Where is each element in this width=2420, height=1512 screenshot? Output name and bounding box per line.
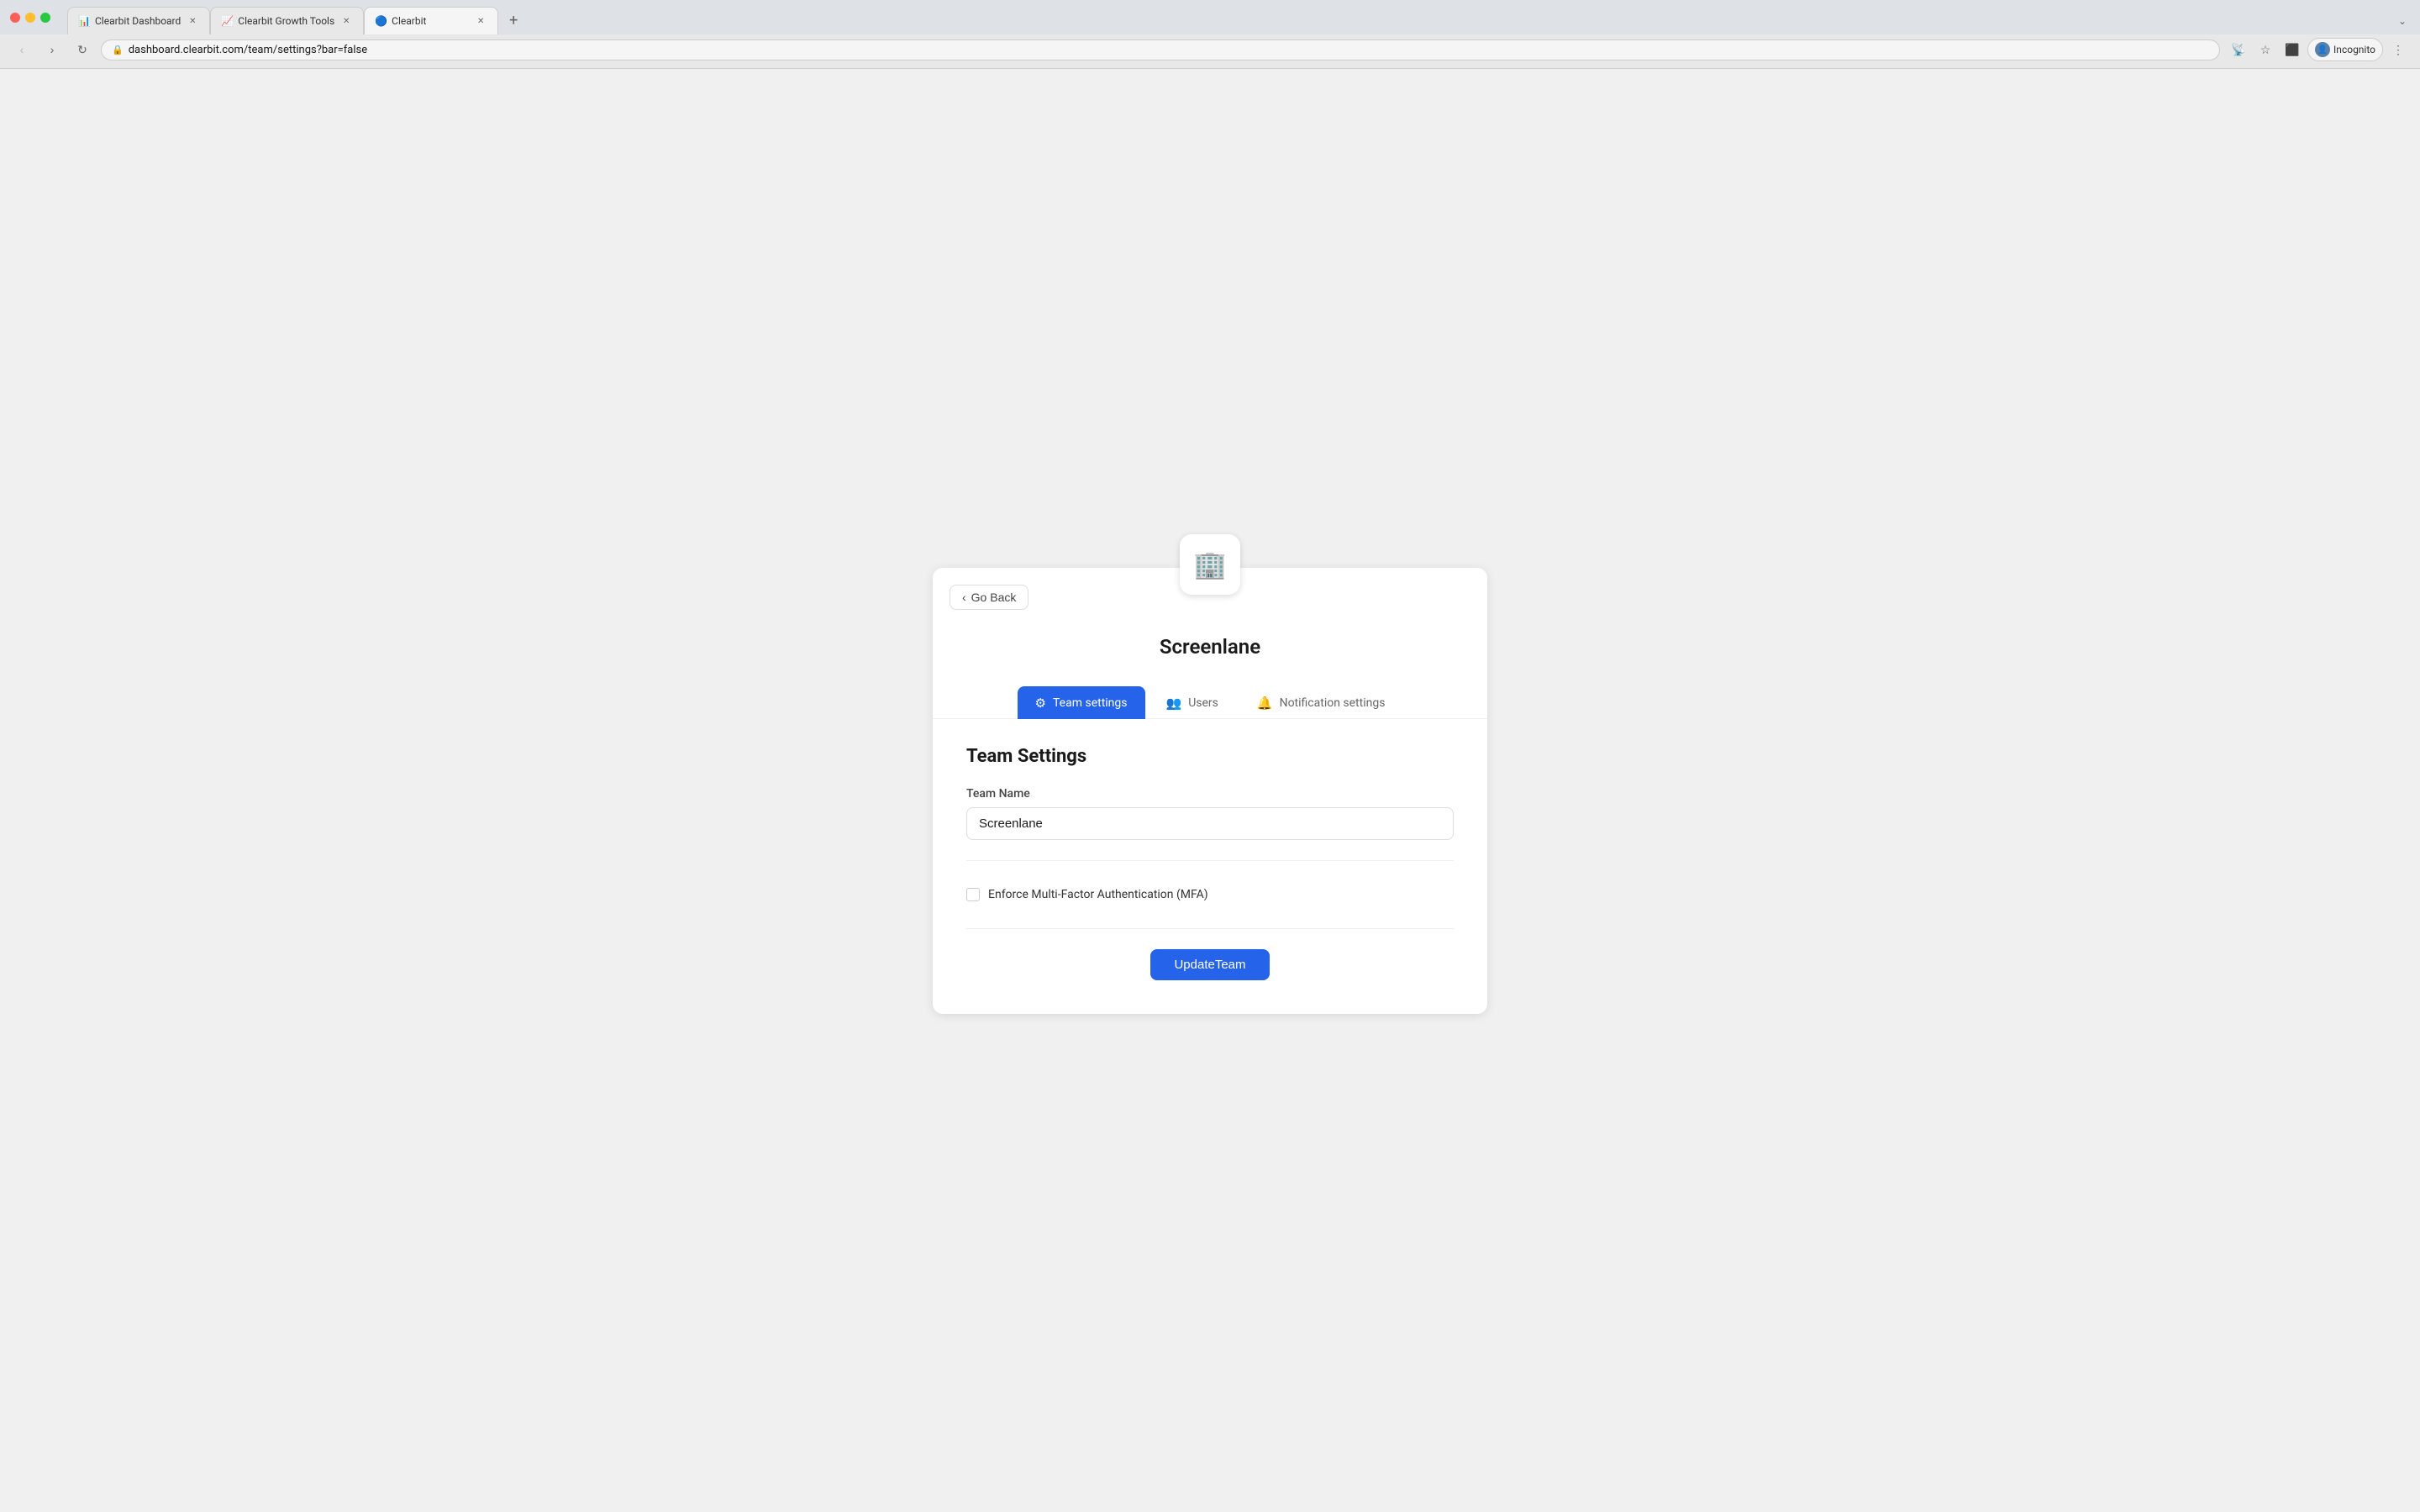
company-name: Screenlane: [933, 618, 1487, 685]
tab2-favicon: 📈: [221, 15, 233, 27]
company-logo-wrapper: 🏢: [1180, 534, 1240, 595]
notification-icon: 🔔: [1257, 696, 1273, 711]
url-text: dashboard.clearbit.com/team/settings?bar…: [129, 44, 2209, 56]
team-name-group: Team Name: [966, 787, 1454, 840]
back-btn[interactable]: ‹: [10, 38, 34, 61]
tab2-label: Clearbit Growth Tools: [238, 15, 334, 27]
tab1-close[interactable]: ✕: [186, 14, 199, 28]
team-name-input[interactable]: [966, 807, 1454, 840]
new-tab-btn[interactable]: +: [502, 9, 525, 33]
tab-bar: 📊 Clearbit Dashboard ✕ 📈 Clearbit Growth…: [60, 0, 2420, 34]
go-back-label: Go Back: [971, 591, 1017, 604]
forward-btn[interactable]: ›: [40, 38, 64, 61]
bookmark-btn[interactable]: ☆: [2254, 38, 2277, 61]
tab-users[interactable]: 👥 Users: [1149, 686, 1236, 719]
extensions-btn[interactable]: ⬛: [2281, 38, 2304, 61]
form-divider-1: [966, 860, 1454, 861]
form-divider-2: [966, 928, 1454, 929]
mfa-checkbox[interactable]: [966, 888, 980, 901]
team-name-label: Team Name: [966, 787, 1454, 801]
browser-tab-1[interactable]: 📊 Clearbit Dashboard ✕: [67, 7, 210, 34]
users-icon: 👥: [1166, 696, 1182, 711]
tab-team-settings-label: Team settings: [1053, 696, 1128, 710]
tab-users-label: Users: [1188, 696, 1218, 710]
tabs-nav: ⚙ Team settings 👥 Users 🔔 Notification s…: [933, 685, 1487, 719]
profile-btn[interactable]: 👤 Incognito: [2307, 38, 2383, 61]
window-minimize-btn[interactable]: [25, 13, 35, 23]
mfa-label[interactable]: Enforce Multi-Factor Authentication (MFA…: [988, 888, 1208, 901]
tab-team-settings[interactable]: ⚙ Team settings: [1018, 686, 1145, 719]
address-bar[interactable]: 🔒 dashboard.clearbit.com/team/settings?b…: [101, 39, 2220, 60]
settings-card: 🏢 ‹ Go Back Screenlane ⚙ Team settings 👥…: [933, 568, 1487, 1014]
tab3-close[interactable]: ✕: [474, 14, 487, 28]
tab3-favicon: 🔵: [375, 15, 387, 27]
update-team-button[interactable]: UpdateTeam: [1150, 949, 1269, 980]
browser-tab-2[interactable]: 📈 Clearbit Growth Tools ✕: [210, 7, 364, 34]
profile-label: Incognito: [2333, 44, 2375, 55]
profile-icon: 👤: [2315, 42, 2330, 57]
go-back-button[interactable]: ‹ Go Back: [950, 585, 1028, 610]
browser-chrome: 📊 Clearbit Dashboard ✕ 📈 Clearbit Growth…: [0, 0, 2420, 69]
window-close-btn[interactable]: [10, 13, 20, 23]
tab-expand-btn[interactable]: ⌄: [2391, 12, 2413, 30]
browser-tab-3[interactable]: 🔵 Clearbit ✕: [364, 7, 498, 34]
tab3-label: Clearbit: [392, 15, 469, 27]
page-content: 🏢 ‹ Go Back Screenlane ⚙ Team settings 👥…: [0, 69, 2420, 1512]
reload-btn[interactable]: ↻: [71, 38, 94, 61]
tab2-close[interactable]: ✕: [339, 14, 353, 28]
address-bar-row: ‹ › ↻ 🔒 dashboard.clearbit.com/team/sett…: [0, 34, 2420, 68]
section-title: Team Settings: [966, 746, 1454, 767]
window-maximize-btn[interactable]: [40, 13, 50, 23]
tab-notification-settings[interactable]: 🔔 Notification settings: [1239, 686, 1403, 719]
cast-btn[interactable]: 📡: [2227, 38, 2250, 61]
tab1-favicon: 📊: [78, 15, 90, 27]
card-body: Team Settings Team Name Enforce Multi-Fa…: [933, 719, 1487, 1014]
menu-btn[interactable]: ⋮: [2386, 38, 2410, 61]
go-back-chevron: ‹: [962, 591, 966, 604]
tab1-label: Clearbit Dashboard: [95, 15, 181, 27]
company-logo-icon: 🏢: [1193, 549, 1227, 580]
mfa-row: Enforce Multi-Factor Authentication (MFA…: [966, 881, 1454, 908]
lock-icon: 🔒: [112, 45, 124, 55]
tab-notification-settings-label: Notification settings: [1280, 696, 1386, 710]
browser-actions: 📡 ☆ ⬛ 👤 Incognito ⋮: [2227, 38, 2410, 61]
team-settings-icon: ⚙: [1035, 696, 1046, 711]
window-controls: [0, 0, 60, 34]
